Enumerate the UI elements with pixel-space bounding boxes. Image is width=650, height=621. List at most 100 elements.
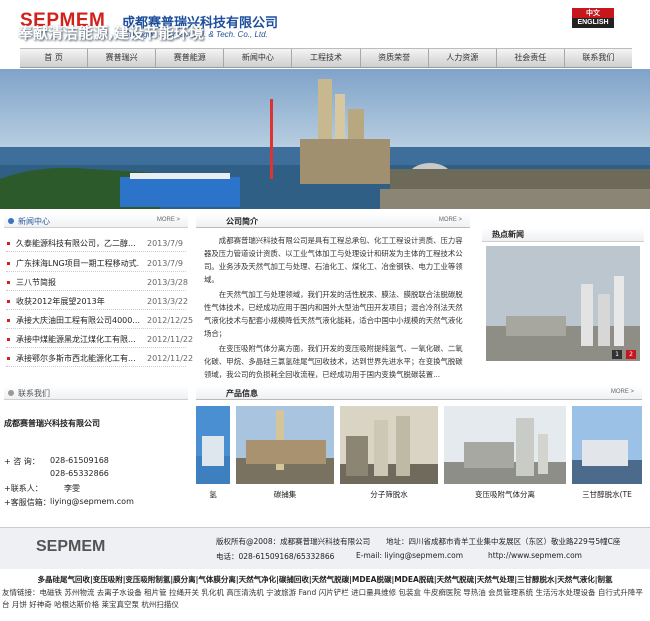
contact-phone-1: 028-61509168 bbox=[50, 456, 109, 465]
contact-company: 成都赛普瑞兴科技有限公司 bbox=[4, 419, 100, 428]
contact-phone-label: + 咨 询： bbox=[4, 457, 40, 466]
friend-links[interactable]: 友情链接：电磁铁 苏州物流 去离子水设备 租片管 拉绳开关 乳化机 高压清洗机 … bbox=[0, 587, 650, 611]
products-more-link[interactable]: MORE > bbox=[611, 389, 634, 395]
product-image[interactable] bbox=[572, 406, 642, 484]
contact-header: 联系我们 bbox=[4, 386, 188, 400]
hot-news-photo bbox=[486, 246, 640, 361]
news-item-title[interactable]: 承接中煤能源黑龙江煤化工有限... bbox=[16, 331, 140, 348]
news-item[interactable]: 承接鄂尔多斯市西北能源化工有... 2012/11/22 bbox=[6, 350, 193, 367]
bullet-icon bbox=[7, 357, 10, 360]
news-item-title[interactable]: 收获2012年展望2013年 bbox=[16, 293, 140, 310]
news-section: 新闻中心 MORE > bbox=[4, 214, 188, 228]
news-item-title[interactable]: 承接鄂尔多斯市西北能源化工有... bbox=[16, 350, 140, 367]
contact-person-label: +联系人： bbox=[4, 484, 43, 493]
intro-paragraph: 在变压吸附气体分离方面，我们开发的变压吸附提纯氢气、一氧化碳、二氧化碳、甲烷、多… bbox=[204, 344, 463, 379]
pager-2[interactable]: 2 bbox=[626, 350, 636, 359]
news-item[interactable]: 承接大庆油田工程有限公司4000... 2012/12/25 bbox=[6, 312, 193, 329]
nav-hr[interactable]: 人力资源 bbox=[428, 49, 497, 67]
product-photo bbox=[196, 406, 230, 484]
nav-responsibility[interactable]: 社会责任 bbox=[496, 49, 565, 67]
contact-email[interactable]: liying@sepmem.com bbox=[50, 497, 134, 506]
footer-website[interactable]: http://www.sepmem.com bbox=[488, 551, 582, 560]
product-caption[interactable]: 三甘醇脱水(TE bbox=[572, 489, 642, 500]
news-item[interactable]: 承接中煤能源黑龙江煤化工有限... 2012/11/22 bbox=[6, 331, 193, 348]
bullet-icon bbox=[7, 319, 10, 322]
intro-paragraph: 成都赛普瑞兴科技有限公司是具有工程总承包、化工工程设计资质、压力容器及压力管道设… bbox=[204, 236, 463, 284]
products-section: 产品信息 MORE > bbox=[196, 386, 642, 400]
product-photo bbox=[340, 406, 438, 484]
intro-title: 公司简介 bbox=[226, 217, 258, 226]
news-header: 新闻中心 MORE > bbox=[4, 214, 188, 228]
intro-more-link[interactable]: MORE > bbox=[439, 217, 462, 223]
product-image[interactable] bbox=[444, 406, 566, 484]
banner-slogan: 奉献清洁能源,建设节能环境 bbox=[18, 24, 204, 42]
main-nav: 首 页 赛普瑞兴 赛普能源 新闻中心 工程技术 资质荣誉 人力资源 社会责任 联… bbox=[20, 48, 632, 68]
footer-copyright: 版权所有@2008：成都赛普瑞兴科技有限公司 bbox=[216, 537, 371, 546]
footer-logo: SEPMEM bbox=[36, 538, 106, 555]
news-item-date: 2013/3/28 bbox=[147, 278, 189, 287]
contact-phone-2: 028-65332866 bbox=[50, 469, 109, 478]
hot-news-image[interactable]: 1 2 bbox=[486, 246, 640, 361]
news-item-date: 2012/12/25 bbox=[147, 316, 194, 325]
contact-email-label: +客服信箱： bbox=[4, 498, 51, 507]
nav-energy[interactable]: 赛普能源 bbox=[156, 49, 225, 67]
product-photo bbox=[444, 406, 566, 484]
contact-section: 联系我们 bbox=[4, 386, 188, 400]
news-item-date: 2013/3/22 bbox=[147, 297, 189, 306]
hot-news-header: 热点新闻 bbox=[482, 228, 644, 242]
hero-banner bbox=[0, 69, 650, 209]
news-item-date: 2013/7/9 bbox=[147, 239, 183, 248]
news-more-link[interactable]: MORE > bbox=[157, 217, 180, 223]
product-caption[interactable]: 变压吸附气体分离 bbox=[444, 489, 566, 500]
news-item-date: 2012/11/22 bbox=[147, 335, 194, 344]
bullet-icon bbox=[7, 281, 10, 284]
nav-honors[interactable]: 资质荣誉 bbox=[360, 49, 429, 67]
bullet-icon bbox=[7, 262, 10, 265]
nav-contact[interactable]: 联系我们 bbox=[564, 49, 632, 67]
bullet-icon bbox=[8, 390, 14, 396]
hot-news-section: 热点新闻 1 2 bbox=[482, 228, 644, 361]
hot-news-title: 热点新闻 bbox=[492, 230, 524, 239]
news-item[interactable]: 广东抹海LNG项目一期工程移动式... 2013/7/9 bbox=[6, 255, 186, 272]
news-item-title[interactable]: 广东抹海LNG项目一期工程移动式... bbox=[16, 255, 140, 272]
footer-tel: 电话：028-61509168/65332866 bbox=[216, 552, 335, 561]
news-item-date: 2013/7/9 bbox=[147, 259, 183, 268]
nav-about[interactable]: 赛普瑞兴 bbox=[88, 49, 157, 67]
nav-home[interactable]: 首 页 bbox=[20, 49, 89, 67]
bullet-icon bbox=[8, 218, 14, 224]
footer-address: 地址：四川省成都市青羊工业集中发展区（东区）敬业路229号5幢C座 bbox=[386, 537, 621, 546]
contact-person-name: 李雯 bbox=[64, 484, 80, 493]
contact-title: 联系我们 bbox=[18, 389, 50, 398]
product-keyword-strip[interactable]: 多晶硅尾气回收|变压吸附|变压吸附制氢|膜分离|气体膜分离|天然气净化|碳捕回收… bbox=[0, 574, 650, 585]
news-item[interactable]: 收获2012年展望2013年 2013/3/22 bbox=[6, 293, 189, 310]
intro-paragraph: 在天然气加工与处理领域，我们开发的活性脱汞、膜法、膜脱联合法脱碳脱性气体技术，已… bbox=[204, 290, 463, 338]
pager-1[interactable]: 1 bbox=[612, 350, 622, 359]
news-title: 新闻中心 bbox=[18, 217, 50, 226]
product-caption[interactable]: 分子筛脱水 bbox=[340, 489, 438, 500]
nav-news[interactable]: 新闻中心 bbox=[224, 49, 293, 67]
product-caption[interactable]: 氢 bbox=[196, 489, 230, 500]
bullet-icon bbox=[7, 300, 10, 303]
product-image[interactable] bbox=[196, 406, 230, 484]
news-item-title[interactable]: 三八节简报 bbox=[16, 274, 140, 291]
news-item-title[interactable]: 久泰能源科技有限公司，乙二醇... bbox=[16, 235, 140, 252]
product-photo bbox=[236, 406, 334, 484]
refinery-photo bbox=[0, 69, 650, 209]
product-caption[interactable]: 碳捕集 bbox=[236, 489, 334, 500]
products-header: 产品信息 MORE > bbox=[196, 386, 642, 400]
product-photo bbox=[572, 406, 642, 484]
news-item-title[interactable]: 承接大庆油田工程有限公司4000... bbox=[16, 312, 140, 329]
bullet-icon bbox=[7, 242, 10, 245]
lang-english-button[interactable]: ENGLISH bbox=[572, 18, 614, 28]
news-item[interactable]: 三八节简报 2013/3/28 bbox=[6, 274, 189, 291]
products-title: 产品信息 bbox=[226, 389, 258, 398]
footer-email[interactable]: E-mail: liying@sepmem.com bbox=[356, 551, 463, 560]
bullet-icon bbox=[7, 338, 10, 341]
lang-chinese-button[interactable]: 中文 bbox=[572, 8, 614, 18]
product-image[interactable] bbox=[236, 406, 334, 484]
intro-header: 公司简介 MORE > bbox=[196, 214, 470, 228]
product-image[interactable] bbox=[340, 406, 438, 484]
nav-engineering[interactable]: 工程技术 bbox=[292, 49, 361, 67]
intro-body: 成都赛普瑞兴科技有限公司是具有工程总承包、化工工程设计资质、压力容器及压力管道设… bbox=[196, 228, 470, 381]
news-item[interactable]: 久泰能源科技有限公司，乙二醇... 2013/7/9 bbox=[6, 235, 186, 252]
